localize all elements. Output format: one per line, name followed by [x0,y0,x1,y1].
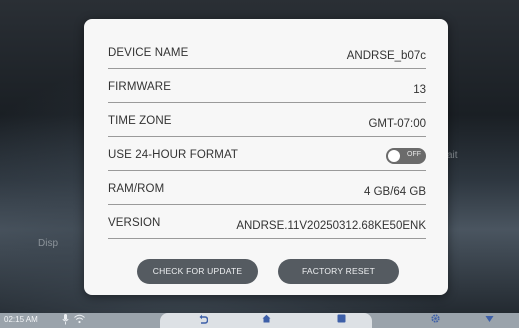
gear-icon[interactable] [431,314,440,326]
back-icon[interactable] [199,314,209,327]
toggle-state-text: OFF [407,151,421,158]
device-info-dialog: DEVICE NAME ANDRSE_b07c FIRMWARE 13 TIME… [84,19,448,295]
ram-rom-value: 4 GB/64 GB [363,186,426,198]
ram-rom-label: RAM/ROM [108,183,165,195]
hour-format-label: USE 24-HOUR FORMAT [108,149,239,161]
chevron-down-icon[interactable] [485,314,494,326]
home-icon[interactable] [262,314,271,326]
background-text-left: Disp [38,238,59,249]
time-zone-value: GMT-07:00 [368,118,426,130]
background-text-right: ait [447,150,458,161]
status-time: 02:15 AM [4,315,38,324]
device-name-value: ANDRSE_b07c [346,50,426,62]
device-name-label: DEVICE NAME [108,47,189,59]
firmware-value: 13 [413,84,426,96]
firmware-label: FIRMWARE [108,81,171,93]
apps-icon[interactable] [337,314,346,326]
device-name-row: DEVICE NAME ANDRSE_b07c [108,41,426,69]
wifi-icon [74,314,85,327]
ram-rom-row: RAM/ROM 4 GB/64 GB [108,177,426,205]
hour-format-row: USE 24-HOUR FORMAT OFF [108,143,426,171]
firmware-row: FIRMWARE 13 [108,75,426,103]
time-zone-row[interactable]: TIME ZONE GMT-07:00 [108,109,426,137]
toggle-knob [388,150,400,162]
version-value: ANDRSE.11V20250312.68KE50ENK [236,220,426,232]
time-zone-label: TIME ZONE [108,115,172,127]
version-label: VERSION [108,217,161,229]
mic-icon [62,314,69,328]
check-for-update-button[interactable]: CHECK FOR UPDATE [137,259,258,284]
factory-reset-button[interactable]: FACTORY RESET [278,259,399,284]
version-row: VERSION ANDRSE.11V20250312.68KE50ENK [108,211,426,239]
hour-format-toggle[interactable]: OFF [386,148,426,164]
